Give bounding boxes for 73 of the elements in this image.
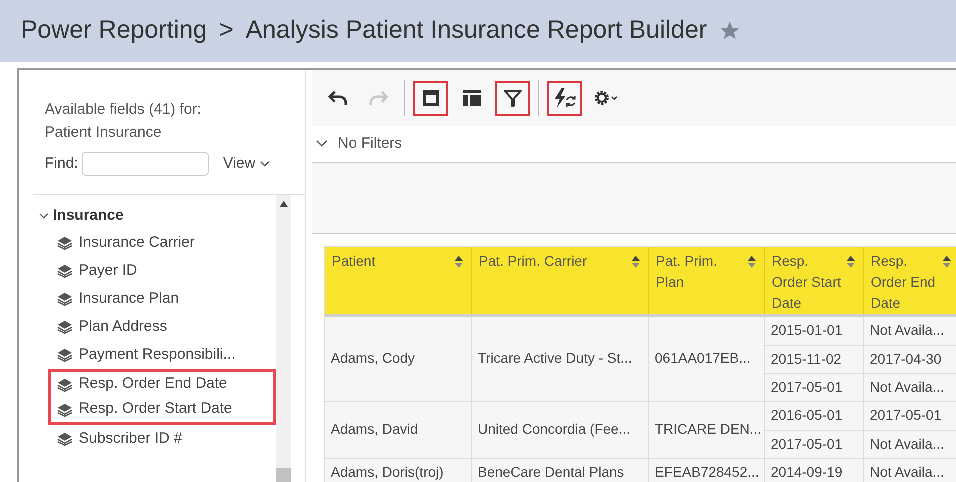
table-cell: Adams, Doris(troj)	[325, 458, 472, 482]
layout-icon	[420, 88, 440, 108]
field-item[interactable]: Resp. Order End Date	[48, 369, 276, 397]
table-cell: TRICARE DEN...	[649, 402, 765, 458]
find-label: Find:	[45, 154, 78, 174]
table-cell: 2016-05-01	[765, 402, 864, 430]
table-cell: EFEAB728452...	[649, 458, 765, 482]
layers-icon	[57, 348, 73, 362]
table-cell: 2015-11-02	[765, 346, 864, 373]
star-icon[interactable]	[719, 20, 742, 42]
table-cell: 2017-05-01	[765, 374, 864, 401]
layers-icon	[57, 292, 73, 306]
column-header[interactable]: Patient	[325, 246, 472, 314]
column-header[interactable]: Pat. Prim. Carrier	[472, 246, 649, 314]
layers-icon	[57, 378, 73, 392]
sort-icon[interactable]	[846, 254, 856, 269]
field-item[interactable]: Resp. Order Start Date	[48, 397, 276, 425]
fields-subtitle: Patient Insurance	[45, 123, 163, 143]
table-cell: BeneCare Dental Plans	[472, 458, 649, 482]
table-cell-text: Not Availa...	[869, 321, 946, 340]
field-item[interactable]: Subscriber ID #	[51, 425, 276, 453]
table-cell: Adams, David	[325, 402, 472, 458]
chevron-down-icon	[260, 160, 270, 168]
layers-icon	[57, 236, 73, 250]
layers-icon	[57, 402, 73, 416]
layout-button[interactable]	[413, 80, 448, 116]
table-cell-text: Not Availa...	[869, 434, 946, 454]
table-cell: United Concordia (Fee...	[472, 402, 649, 458]
table-icon	[462, 89, 482, 108]
layers-icon	[57, 320, 73, 334]
fields-title: Available fields (41) for:	[45, 100, 202, 120]
filter-button[interactable]	[495, 80, 530, 116]
redo-icon	[368, 89, 388, 108]
chevron-icon	[39, 212, 49, 220]
group-toggle[interactable]: Insurance	[39, 203, 124, 229]
table-cell: Adams, Cody	[325, 316, 472, 401]
column-header[interactable]: Resp. Order End Date	[864, 246, 956, 314]
scrollbar-thumb[interactable]	[276, 468, 291, 482]
breadcrumb-separator: >	[219, 15, 234, 46]
breadcrumb-item[interactable]: Power Reporting	[21, 12, 208, 50]
refresh-button[interactable]	[547, 80, 582, 116]
layers-icon	[57, 432, 73, 446]
sort-icon[interactable]	[631, 254, 641, 269]
layers-icon	[57, 264, 73, 278]
sort-icon[interactable]	[454, 254, 464, 269]
view-dropdown[interactable]: View	[223, 152, 270, 176]
sort-icon[interactable]	[747, 254, 757, 269]
table-cell-text: 2017-04-30	[869, 350, 943, 369]
field-item[interactable]: Insurance Carrier	[51, 229, 276, 257]
column-header[interactable]: Pat. Prim. Plan	[649, 246, 765, 314]
table-cell: 2017-05-01	[765, 430, 864, 458]
table-cell-text: Not Availa...	[869, 463, 946, 482]
table-cell-text: 2017-05-01	[869, 406, 943, 426]
scroll-up-icon	[280, 201, 288, 207]
filter-icon	[502, 88, 522, 108]
find-field[interactable]	[82, 152, 210, 176]
field-item[interactable]: Insurance Plan	[51, 285, 276, 313]
table-cell-text: Not Availa...	[869, 378, 946, 397]
table-cell: 2015-01-01	[765, 316, 864, 345]
table-cell: Tricare Active Duty - St...	[472, 316, 649, 401]
field-item[interactable]: Payer ID	[51, 257, 276, 285]
breadcrumb-item: Analysis Patient Insurance Report Builder	[246, 15, 708, 46]
chevron-icon	[316, 140, 328, 148]
undo-icon	[328, 89, 348, 108]
gear-icon	[592, 89, 618, 108]
column-header[interactable]: Resp. Order Start Date	[765, 246, 864, 314]
table-cell: 061AA017EB...	[649, 316, 765, 401]
field-item[interactable]: Payment Responsibili...	[51, 341, 276, 369]
field-item[interactable]: Plan Address	[51, 313, 276, 341]
sort-icon[interactable]	[942, 254, 952, 269]
scrollbar[interactable]	[276, 195, 291, 482]
table-cell: 2014-09-19	[765, 458, 864, 482]
lightning-refresh-icon	[552, 87, 576, 110]
